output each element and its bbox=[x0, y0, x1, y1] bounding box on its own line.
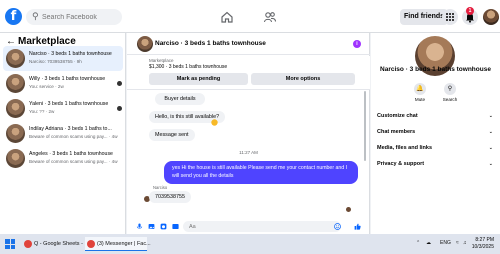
tray-cloud-icon[interactable]: ☁ bbox=[426, 240, 431, 246]
message-timestamp: 11:27 AM bbox=[239, 150, 258, 155]
chat-item-preview: Beware of common scams using pay... · 4w bbox=[29, 134, 118, 139]
volume-icon[interactable]: ♫ bbox=[463, 240, 467, 246]
avatar bbox=[6, 74, 25, 93]
search-box[interactable]: ⚲ bbox=[26, 9, 122, 25]
chat-item-title: Angeles · 3 beds 1 baths townhouse bbox=[29, 151, 113, 157]
find-friends-button[interactable]: Find friends bbox=[400, 9, 449, 25]
avatar bbox=[6, 99, 25, 118]
message-bubble-incoming[interactable]: Buyer details bbox=[155, 93, 205, 105]
conversation-panel: Narciso · 3 beds 1 baths townhouse i Mar… bbox=[127, 33, 370, 234]
chrome-icon bbox=[87, 239, 95, 248]
chat-item-title: Willy · 3 beds 1 baths townhouse bbox=[29, 76, 106, 82]
search-label: Search bbox=[442, 97, 458, 102]
chat-item-yaleni[interactable]: Yaleni · 3 beds 1 baths townhouse You: ?… bbox=[3, 96, 123, 121]
chat-item-title: Narciso · 3 beds 1 baths townhouse bbox=[29, 51, 112, 57]
microphone-icon[interactable] bbox=[136, 223, 143, 230]
section-label: Chat members bbox=[377, 129, 416, 135]
customize-chat-section[interactable]: Customize chat ⌄ bbox=[377, 113, 495, 125]
listing-banner: Marketplace $1,300 · 3 beds 1 baths town… bbox=[127, 56, 370, 90]
wifi-icon[interactable]: ≈ bbox=[456, 240, 459, 246]
message-thread: Buyer details Hello, is this still avail… bbox=[127, 91, 370, 219]
section-label: Media, files and links bbox=[377, 145, 433, 151]
chevron-down-icon: ⌄ bbox=[488, 129, 493, 135]
contact-name: Narciso · 3 beds 1 baths townhouse bbox=[380, 66, 491, 73]
chat-item-angeles[interactable]: Angeles · 3 beds 1 baths townhouse Bewar… bbox=[3, 146, 123, 171]
reaction-emoji-icon[interactable] bbox=[211, 119, 218, 126]
search-icon: ⚲ bbox=[444, 83, 456, 95]
chat-item-indilay-adriana[interactable]: Indilay Adriana · 3 beds 1 baths to... B… bbox=[3, 121, 123, 146]
info-icon[interactable]: i bbox=[353, 40, 361, 48]
message-scrollbar[interactable] bbox=[364, 91, 366, 161]
bell-icon: 🔔 bbox=[414, 83, 426, 95]
chat-item-willy[interactable]: Willy · 3 beds 1 baths townhouse You: se… bbox=[3, 71, 123, 96]
home-icon[interactable] bbox=[220, 10, 234, 24]
section-label: Customize chat bbox=[377, 113, 418, 119]
keyboard-language-indicator[interactable]: ENG bbox=[440, 240, 451, 246]
menu-grid-icon[interactable] bbox=[442, 9, 458, 25]
privacy-support-section[interactable]: Privacy & support ⌄ bbox=[377, 161, 495, 173]
sender-label: Narciso bbox=[153, 185, 168, 190]
avatar bbox=[6, 124, 25, 143]
windows-start-icon[interactable] bbox=[5, 239, 15, 249]
conversation-info-panel: Narciso · 3 beds 1 baths townhouse 🔔 Mut… bbox=[371, 33, 500, 234]
mute-button[interactable]: 🔔 Mute bbox=[405, 83, 435, 102]
emoji-icon[interactable] bbox=[334, 223, 341, 230]
avatar[interactable] bbox=[137, 36, 153, 52]
chat-item-title: Indilay Adriana · 3 beds 1 baths to... bbox=[29, 126, 112, 132]
gif-icon[interactable] bbox=[172, 223, 179, 230]
taskbar-item-label: Q - Google Sheets - ... bbox=[34, 241, 90, 247]
account-avatar[interactable] bbox=[483, 9, 499, 25]
taskbar-item-label: (3) Messenger | Fac... bbox=[97, 241, 151, 247]
seen-avatar-icon bbox=[117, 81, 122, 86]
message-bubble-incoming[interactable]: 7039538755 bbox=[149, 191, 191, 203]
clock-date: 10/3/2025 bbox=[471, 243, 494, 250]
message-bubble-outgoing[interactable]: yes Hi the house is still available Plea… bbox=[164, 161, 358, 184]
facebook-logo-icon[interactable]: f bbox=[5, 8, 22, 25]
seen-avatar-icon bbox=[346, 207, 351, 212]
more-options-button[interactable]: More options bbox=[251, 73, 355, 85]
seen-avatar-icon bbox=[117, 106, 122, 111]
taskbar-item-messenger[interactable]: (3) Messenger | Fac... bbox=[85, 237, 151, 251]
chat-item-preview: Beware of common scams using pay... · 4w bbox=[29, 159, 118, 164]
chrome-icon bbox=[24, 239, 32, 248]
friends-icon[interactable] bbox=[263, 10, 277, 24]
listing-kind: Marketplace bbox=[149, 58, 174, 63]
search-icon: ⚲ bbox=[32, 11, 39, 21]
chat-item-preview: You: ?? · 2w bbox=[29, 109, 55, 114]
chat-item-preview: Narciso: 7039538755 · 9h bbox=[29, 59, 82, 64]
search-conversation-button[interactable]: ⚲ Search bbox=[435, 83, 465, 102]
chat-item-narciso[interactable]: Narciso · 3 beds 1 baths townhouse Narci… bbox=[3, 46, 123, 71]
chevron-down-icon: ⌄ bbox=[488, 161, 493, 167]
avatar bbox=[6, 149, 25, 168]
image-icon[interactable] bbox=[148, 223, 155, 230]
conversation-header: Narciso · 3 beds 1 baths townhouse i bbox=[127, 33, 370, 55]
sticker-icon[interactable] bbox=[160, 223, 167, 230]
mute-label: Mute bbox=[414, 97, 426, 102]
system-clock[interactable]: 8:27 PM 10/3/2025 bbox=[470, 237, 494, 250]
message-input[interactable] bbox=[183, 221, 341, 232]
message-composer bbox=[127, 219, 370, 234]
chat-item-preview: You: service · 2w bbox=[29, 84, 64, 89]
windows-taskbar: Q - Google Sheets - ... (3) Messenger | … bbox=[0, 234, 500, 254]
chat-item-title: Yaleni · 3 beds 1 baths townhouse bbox=[29, 101, 109, 107]
marketplace-chat-list-panel: ← Marketplace Narciso · 3 beds 1 baths to… bbox=[0, 33, 126, 234]
conversation-title[interactable]: Narciso · 3 beds 1 baths townhouse bbox=[155, 40, 266, 47]
chat-list: Narciso · 3 beds 1 baths townhouse Narci… bbox=[3, 46, 123, 171]
avatar bbox=[6, 49, 25, 68]
section-label: Privacy & support bbox=[377, 161, 425, 167]
mark-as-pending-button[interactable]: Mark as pending bbox=[149, 73, 248, 85]
chat-members-section[interactable]: Chat members ⌄ bbox=[377, 129, 495, 141]
taskbar-item-google-sheets[interactable]: Q - Google Sheets - ... bbox=[22, 237, 89, 251]
tray-chevron-up-icon[interactable]: ⌃ bbox=[416, 240, 420, 246]
chevron-down-icon: ⌄ bbox=[488, 113, 493, 119]
like-icon[interactable] bbox=[354, 223, 361, 230]
search-input[interactable] bbox=[42, 10, 120, 24]
chevron-down-icon: ⌄ bbox=[488, 145, 493, 151]
listing-price[interactable]: $1,300 · 3 beds 1 baths townhouse bbox=[149, 64, 227, 70]
top-navigation-bar: f ⚲ Find friends 1 bbox=[0, 0, 500, 33]
media-files-links-section[interactable]: Media, files and links ⌄ bbox=[377, 145, 495, 157]
message-bubble-incoming[interactable]: Message sent bbox=[149, 129, 195, 141]
notification-count-badge: 1 bbox=[466, 7, 474, 15]
